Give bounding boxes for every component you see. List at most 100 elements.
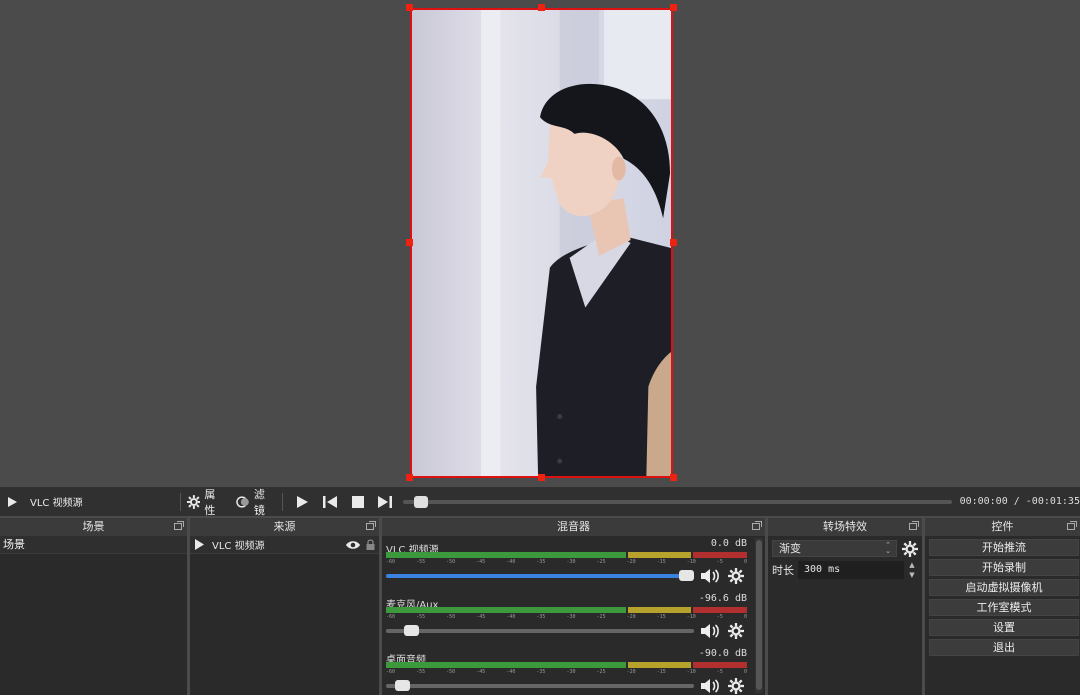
undock-icon[interactable] bbox=[1067, 521, 1077, 530]
filters-icon bbox=[236, 495, 249, 508]
mixer-title: 混音器 bbox=[557, 520, 590, 533]
media-source-icon bbox=[195, 539, 204, 550]
meter-tick-label: -20 bbox=[626, 614, 636, 620]
properties-button[interactable]: 属性 bbox=[186, 486, 226, 518]
transition-select[interactable]: 渐变 ⌃ ⌄ bbox=[772, 540, 897, 557]
meter-tick-label: -55 bbox=[416, 669, 426, 675]
meter-tick-label: -20 bbox=[626, 669, 636, 675]
meter-tick-label: -30 bbox=[566, 669, 576, 675]
source-item-label: VLC 视频源 bbox=[212, 541, 265, 552]
seek-bar[interactable] bbox=[403, 495, 952, 508]
studio-mode-button[interactable]: 工作室模式 bbox=[929, 599, 1079, 616]
scene-item[interactable]: 场景 bbox=[0, 536, 187, 554]
resize-handle-bm[interactable] bbox=[538, 474, 545, 481]
resize-handle-tm[interactable] bbox=[538, 4, 545, 11]
resize-handle-tr[interactable] bbox=[670, 4, 677, 11]
speaker-icon[interactable] bbox=[700, 678, 720, 694]
volume-fader[interactable] bbox=[386, 680, 694, 691]
duration-label: 时长 bbox=[772, 564, 794, 577]
start-streaming-button[interactable]: 开始推流 bbox=[929, 539, 1079, 556]
resize-handle-bl[interactable] bbox=[406, 474, 413, 481]
mixer-scrollbar[interactable] bbox=[755, 538, 763, 693]
meter-tick-label: 0 bbox=[743, 614, 747, 620]
meter-tick-label: -25 bbox=[596, 669, 606, 675]
volume-meter bbox=[386, 607, 747, 613]
start-virtual-camera-button[interactable]: 启动虚拟摄像机 bbox=[929, 579, 1079, 596]
meter-tick-label: -10 bbox=[686, 559, 696, 565]
eye-icon[interactable] bbox=[346, 540, 360, 550]
seek-knob[interactable] bbox=[414, 495, 429, 508]
speaker-icon[interactable] bbox=[700, 623, 720, 639]
volume-meter bbox=[386, 662, 747, 668]
meter-tick-label: -15 bbox=[656, 669, 666, 675]
source-item[interactable]: VLC 视频源 bbox=[190, 536, 379, 554]
toolbar-divider bbox=[179, 492, 181, 511]
meter-tick-label: -40 bbox=[506, 614, 516, 620]
volume-fader-knob[interactable] bbox=[404, 625, 419, 636]
transition-selected: 渐变 bbox=[779, 542, 801, 555]
meter-tick-label: -10 bbox=[686, 614, 696, 620]
controls-dock: 控件 开始推流 开始录制 启动虚拟摄像机 工作室模式 设置 退出 bbox=[925, 518, 1080, 695]
volume-fader-knob[interactable] bbox=[395, 680, 410, 691]
mixer-channel: VLC 视频源 0.0 dB -60 -55 -50 -45 -40 -35 -30 -25 -20… bbox=[386, 538, 749, 591]
transitions-dock-title: 转场特效 bbox=[768, 518, 922, 536]
meter-tick-label: -35 bbox=[536, 669, 546, 675]
exit-button[interactable]: 退出 bbox=[929, 639, 1079, 656]
channel-settings-gear-icon[interactable] bbox=[728, 678, 744, 694]
volume-fader-fill bbox=[386, 574, 687, 578]
channel-db-readout: -90.0 dB bbox=[698, 648, 747, 659]
transitions-title: 转场特效 bbox=[823, 520, 867, 533]
transition-settings-gear-icon[interactable] bbox=[902, 540, 918, 557]
undock-icon[interactable] bbox=[909, 521, 919, 530]
active-source: VLC 视频源 bbox=[6, 494, 174, 509]
meter-tick-label: -5 bbox=[716, 669, 723, 675]
skip-back-icon bbox=[323, 495, 338, 508]
volume-fader-knob[interactable] bbox=[679, 570, 694, 581]
mixer-channel: 麦克风/Aux -96.6 dB -60 -55 -50 -45 -40 -35 -30 -25-… bbox=[386, 593, 749, 646]
speaker-icon[interactable] bbox=[700, 568, 720, 584]
undock-icon[interactable] bbox=[366, 521, 376, 530]
channel-db-readout: 0.0 dB bbox=[710, 538, 747, 549]
meter-tick-label: -45 bbox=[476, 559, 486, 565]
spin-up-icon[interactable]: ▲ bbox=[909, 561, 914, 569]
duration-spinner[interactable]: ▲ ▼ bbox=[906, 561, 918, 579]
channel-settings-gear-icon[interactable] bbox=[728, 568, 744, 584]
resize-handle-tl[interactable] bbox=[406, 4, 413, 11]
meter-tick-label: -50 bbox=[446, 559, 456, 565]
volume-fader[interactable] bbox=[386, 570, 694, 581]
restart-button[interactable] bbox=[319, 491, 341, 513]
filters-button[interactable]: 滤镜 bbox=[236, 486, 275, 518]
resize-handle-br[interactable] bbox=[670, 474, 677, 481]
meter-tick-label: -25 bbox=[596, 559, 606, 565]
start-recording-button[interactable]: 开始录制 bbox=[929, 559, 1079, 576]
duration-input[interactable]: 300 ms bbox=[798, 561, 904, 579]
preview-canvas[interactable] bbox=[0, 0, 1080, 487]
mixer-scrollbar-thumb[interactable] bbox=[756, 540, 762, 690]
meter-scale: -60 -55 -50 -45 -40 -35 -30 -25 -20 -15 -10 -5 0 bbox=[386, 559, 747, 567]
lock-icon[interactable] bbox=[366, 539, 375, 550]
meter-tick-label: -40 bbox=[506, 559, 516, 565]
meter-tick-label: 0 bbox=[743, 559, 747, 565]
controls-title: 控件 bbox=[991, 520, 1014, 533]
skip-next-button[interactable] bbox=[375, 491, 397, 513]
resize-handle-ml[interactable] bbox=[406, 239, 413, 246]
controls-dock-title: 控件 bbox=[925, 518, 1080, 536]
selected-source-frame[interactable] bbox=[410, 8, 673, 478]
meter-tick-label: -45 bbox=[476, 669, 486, 675]
undock-icon[interactable] bbox=[752, 521, 762, 530]
stop-button[interactable] bbox=[347, 491, 369, 513]
resize-handle-mr[interactable] bbox=[670, 239, 677, 246]
spin-down-icon[interactable]: ▼ bbox=[909, 571, 914, 579]
meter-tick-label: -60 bbox=[386, 614, 396, 620]
settings-button[interactable]: 设置 bbox=[929, 619, 1079, 636]
channel-settings-gear-icon[interactable] bbox=[728, 623, 744, 639]
meter-tick-label: -45 bbox=[476, 614, 486, 620]
play-button[interactable] bbox=[292, 491, 314, 513]
meter-tick-label: -35 bbox=[536, 614, 546, 620]
volume-meter bbox=[386, 552, 747, 558]
play-triangle-icon bbox=[8, 496, 17, 507]
undock-icon[interactable] bbox=[174, 521, 184, 530]
volume-fader[interactable] bbox=[386, 625, 694, 636]
meter-tick-label: -55 bbox=[416, 614, 426, 620]
meter-tick-label: -60 bbox=[386, 559, 396, 565]
